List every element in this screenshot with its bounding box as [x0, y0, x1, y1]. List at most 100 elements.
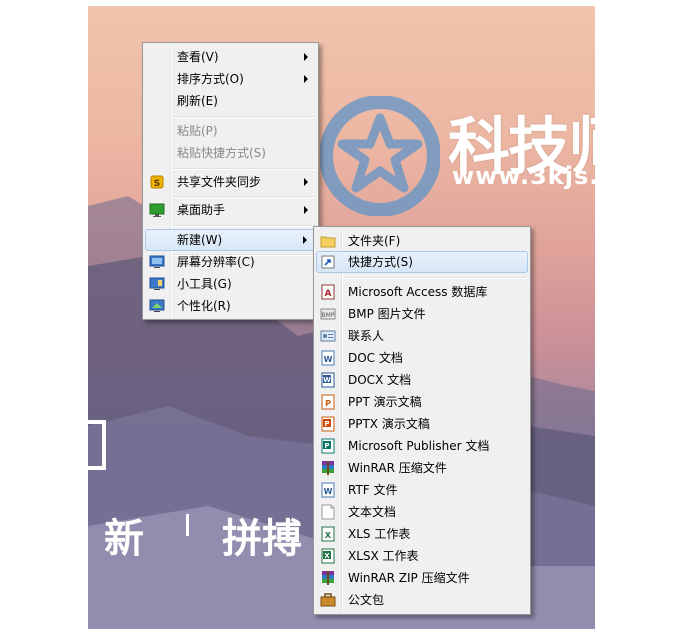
menu-item-label: 刷新(E)	[177, 94, 218, 108]
slogan-separator	[186, 514, 189, 536]
svg-text:X: X	[325, 531, 332, 540]
submenu-arrow-icon	[304, 53, 308, 61]
menu-item-label: DOC 文档	[348, 351, 403, 365]
menu-separator	[344, 277, 527, 279]
xlsx-file-icon: X	[321, 548, 335, 564]
submenu-item-doc[interactable]: W DOC 文档	[316, 347, 528, 369]
menu-item-refresh[interactable]: 刷新(E)	[145, 90, 316, 112]
winrar-zip-icon	[322, 571, 334, 585]
menu-item-label: XLS 工作表	[348, 527, 411, 541]
submenu-item-winrar-zip[interactable]: WinRAR ZIP 压缩文件	[316, 567, 528, 589]
svg-text:X: X	[324, 552, 330, 560]
menu-item-label: 排序方式(O)	[177, 72, 244, 86]
menu-item-label: 文件夹(F)	[348, 234, 401, 248]
submenu-item-briefcase[interactable]: 公文包	[316, 589, 528, 611]
submenu-item-publisher[interactable]: P Microsoft Publisher 文档	[316, 435, 528, 457]
shortcut-icon	[321, 255, 335, 269]
publisher-file-icon: P	[321, 438, 335, 454]
menu-item-label: DOCX 文档	[348, 373, 412, 387]
contact-icon	[320, 330, 336, 342]
docx-file-icon: W	[321, 372, 335, 388]
screen-resolution-icon	[149, 255, 165, 268]
submenu-item-xlsx[interactable]: X XLSX 工作表	[316, 545, 528, 567]
menu-separator	[173, 196, 315, 198]
slogan-left: 新	[104, 516, 144, 562]
menu-item-label: RTF 文件	[348, 483, 398, 497]
personalize-icon	[149, 299, 165, 312]
svg-text:A: A	[325, 289, 332, 299]
svg-text:BMP: BMP	[322, 312, 335, 319]
menu-item-gadgets[interactable]: 小工具(G)	[145, 273, 316, 295]
svg-text:P: P	[324, 420, 329, 428]
ppt-file-icon: P	[321, 394, 335, 410]
menu-item-view[interactable]: 查看(V)	[145, 46, 316, 68]
menu-item-label: PPTX 演示文稿	[348, 417, 430, 431]
submenu-item-text[interactable]: 文本文档	[316, 501, 528, 523]
rtf-file-icon: W	[321, 482, 335, 498]
submenu-item-ppt[interactable]: P PPT 演示文稿	[316, 391, 528, 413]
menu-item-paste-shortcut[interactable]: 粘贴快捷方式(S)	[145, 142, 316, 164]
menu-item-label: WinRAR 压缩文件	[348, 461, 447, 475]
menu-item-personalize[interactable]: 个性化(R)	[145, 295, 316, 317]
menu-item-label: BMP 图片文件	[348, 307, 426, 321]
submenu-item-docx[interactable]: W DOCX 文档	[316, 369, 528, 391]
submenu-item-contact[interactable]: 联系人	[316, 325, 528, 347]
brand-star-logo-icon	[320, 96, 440, 216]
submenu-item-shortcut[interactable]: 快捷方式(S)	[316, 251, 528, 273]
svg-text:S: S	[154, 179, 160, 189]
sync-share-icon: S	[150, 175, 164, 189]
submenu-item-xls[interactable]: X XLS 工作表	[316, 523, 528, 545]
menu-item-label: XLSX 工作表	[348, 549, 419, 563]
menu-item-label: Microsoft Publisher 文档	[348, 439, 490, 453]
menu-item-share-sync[interactable]: S 共享文件夹同步	[145, 171, 316, 193]
menu-item-screen-resolution[interactable]: 屏幕分辨率(C)	[145, 251, 316, 273]
bmp-file-icon: BMP	[320, 308, 336, 320]
menu-item-label: 小工具(G)	[177, 277, 232, 291]
menu-item-desktop-assistant[interactable]: 桌面助手	[145, 199, 316, 221]
submenu-item-pptx[interactable]: P PPTX 演示文稿	[316, 413, 528, 435]
menu-separator	[173, 116, 315, 118]
svg-text:P: P	[324, 442, 329, 450]
svg-text:W: W	[324, 487, 333, 496]
menu-item-label: 文本文档	[348, 505, 397, 519]
partial-slogan-mark	[88, 420, 106, 470]
brand-logo-url: www.3kjs.com	[452, 162, 595, 190]
menu-item-sort-by[interactable]: 排序方式(O)	[145, 68, 316, 90]
menu-item-label: 粘贴(P)	[177, 124, 218, 138]
menu-item-label: 桌面助手	[177, 203, 226, 217]
svg-text:W: W	[323, 376, 331, 384]
menu-item-label: 个性化(R)	[177, 299, 231, 313]
menu-item-label: WinRAR ZIP 压缩文件	[348, 571, 470, 585]
menu-item-new[interactable]: 新建(W)	[145, 229, 316, 251]
folder-icon	[320, 236, 336, 248]
menu-item-label: 共享文件夹同步	[177, 175, 262, 189]
gadgets-icon	[149, 277, 165, 290]
svg-text:P: P	[325, 399, 331, 408]
submenu-item-folder[interactable]: 文件夹(F)	[316, 230, 528, 252]
submenu-item-bmp[interactable]: BMP BMP 图片文件	[316, 303, 528, 325]
submenu-item-winrar[interactable]: WinRAR 压缩文件	[316, 457, 528, 479]
winrar-archive-icon	[322, 461, 334, 475]
desktop-assistant-icon	[149, 203, 165, 217]
menu-item-label: 屏幕分辨率(C)	[177, 255, 255, 269]
menu-item-label: 联系人	[348, 329, 385, 343]
doc-file-icon: W	[321, 350, 335, 366]
new-submenu: 文件夹(F) 快捷方式(S) A Microsoft Access 数据库 BM…	[313, 226, 531, 615]
pptx-file-icon: P	[321, 416, 335, 432]
submenu-item-rtf[interactable]: W RTF 文件	[316, 479, 528, 501]
menu-item-paste[interactable]: 粘贴(P)	[145, 120, 316, 142]
submenu-item-access-db[interactable]: A Microsoft Access 数据库	[316, 281, 528, 303]
menu-item-label: 新建(W)	[177, 233, 223, 247]
menu-separator	[173, 225, 315, 227]
menu-item-label: PPT 演示文稿	[348, 395, 422, 409]
svg-text:W: W	[324, 355, 333, 364]
access-db-icon: A	[321, 284, 335, 300]
desktop-context-menu: 查看(V) 排序方式(O) 刷新(E) 粘贴(P) 粘贴快捷方式(S) S 共享…	[142, 42, 319, 320]
menu-item-label: Microsoft Access 数据库	[348, 285, 488, 299]
submenu-arrow-icon	[304, 75, 308, 83]
menu-item-label: 查看(V)	[177, 50, 219, 64]
briefcase-icon	[320, 593, 336, 607]
submenu-arrow-icon	[303, 236, 307, 244]
submenu-arrow-icon	[304, 178, 308, 186]
menu-separator	[173, 168, 315, 170]
